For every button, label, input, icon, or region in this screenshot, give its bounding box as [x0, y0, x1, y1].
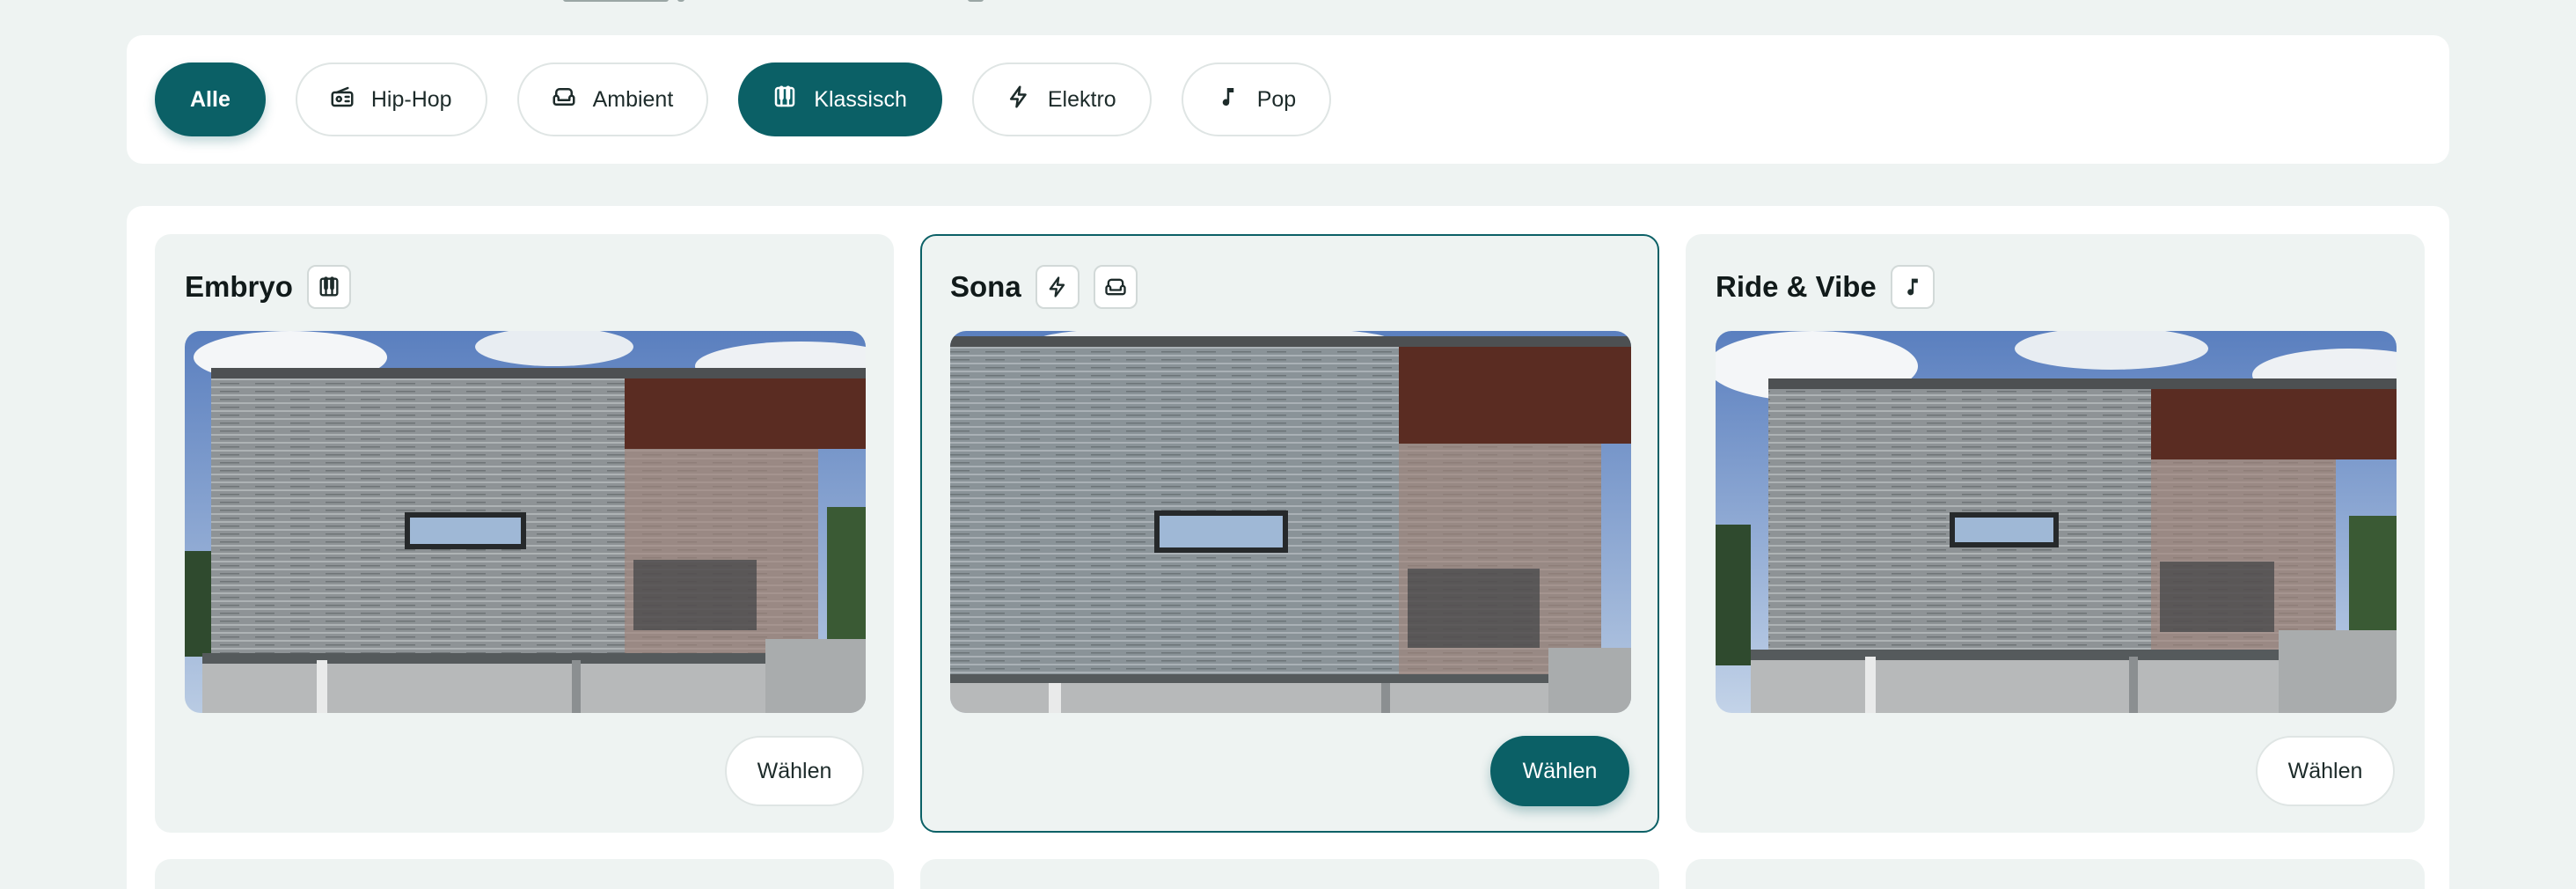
track-card[interactable]: Embryo Wählen	[155, 234, 894, 833]
piano-icon	[306, 265, 351, 309]
card-image	[950, 331, 1631, 713]
music-note-icon	[1890, 265, 1935, 309]
card-header: Embryo	[185, 264, 351, 310]
radio-icon	[329, 84, 355, 116]
music-note-icon	[1215, 84, 1241, 116]
filter-label: Alle	[190, 86, 231, 112]
card-title: Ride & Vibe	[1716, 270, 1877, 303]
filter-label: Klassisch	[814, 86, 907, 112]
choose-button[interactable]: Wählen	[1490, 736, 1629, 806]
filter-chip-elektro[interactable]: Elektro	[971, 62, 1152, 136]
card-header: Sona	[950, 264, 1138, 310]
card-image	[1716, 331, 2397, 713]
filter-chip-alle[interactable]: Alle	[155, 62, 266, 136]
track-card-partial[interactable]	[155, 859, 894, 889]
card-image	[185, 331, 866, 713]
track-card-partial[interactable]	[1686, 859, 2425, 889]
filter-label: Hip-Hop	[370, 86, 452, 112]
choose-button[interactable]: Wählen	[2256, 736, 2395, 806]
lightning-icon	[1035, 265, 1079, 309]
filter-label: Elektro	[1047, 86, 1116, 112]
filter-label: Pop	[1256, 86, 1297, 112]
piano-icon	[772, 84, 798, 116]
filter-chip-klassisch[interactable]: Klassisch	[738, 62, 942, 136]
card-title: Sona	[950, 270, 1021, 303]
filter-chip-pop[interactable]: Pop	[1181, 62, 1332, 136]
card-title: Embryo	[185, 270, 293, 303]
choose-button[interactable]: Wählen	[725, 736, 864, 806]
genre-filter-bar: Alle Hip-Hop Ambient Klassisch Elektro P…	[127, 35, 2449, 164]
sofa-icon	[551, 84, 577, 116]
card-header: Ride & Vibe	[1716, 264, 1935, 310]
filter-label: Ambient	[592, 86, 674, 112]
filter-chip-ambient[interactable]: Ambient	[516, 62, 709, 136]
track-card-selected[interactable]: Sona Wählen	[920, 234, 1659, 833]
track-card-partial[interactable]	[920, 859, 1659, 889]
filter-chip-hip-hop[interactable]: Hip-Hop	[295, 62, 487, 136]
track-card[interactable]: Ride & Vibe Wählen	[1686, 234, 2425, 833]
sofa-icon	[1093, 265, 1138, 309]
lightning-icon	[1006, 84, 1032, 116]
track-grid: Embryo Wählen Sona Wählen Ride & Vibe Wä…	[127, 206, 2449, 889]
clipped-header-text	[0, 0, 2576, 7]
